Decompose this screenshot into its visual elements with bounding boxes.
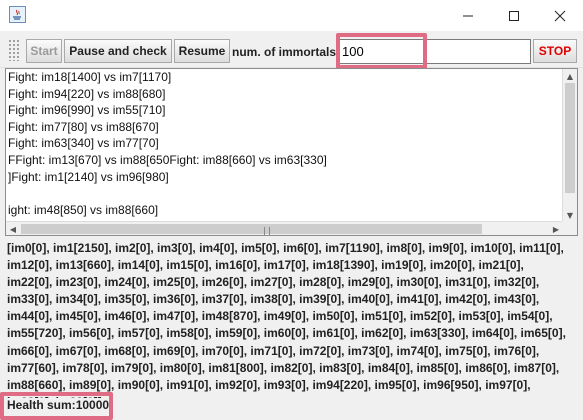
status-line: im22[0], im23[0], im24[0], im25[0], im26…	[7, 275, 540, 290]
stop-button[interactable]: STOP	[533, 39, 577, 63]
scroll-left-icon[interactable]: ◀	[6, 222, 20, 235]
log-line: Fight: im96[990] vs im55[710]	[8, 103, 166, 118]
title-bar	[0, 0, 583, 31]
horizontal-scroll-thumb[interactable]	[21, 224, 482, 235]
toolbar: Start Pause and check Resume num. of imm…	[0, 31, 583, 68]
fight-log-area[interactable]: Fight: im18[1400] vs im7[1170] Fight: im9…	[5, 68, 578, 236]
toolbar-grip-handle[interactable]	[8, 39, 20, 61]
scroll-down-icon[interactable]: ▼	[563, 208, 577, 222]
status-line: im33[0], im34[0], im35[0], im36[0], im37…	[7, 292, 540, 307]
status-line: im55[720], im56[0], im57[0], im58[0], im…	[7, 326, 566, 341]
minimize-button[interactable]	[445, 0, 491, 31]
status-line: im12[0], im13[660], im14[0], im15[0], im…	[7, 258, 524, 273]
health-sum-highlight	[0, 392, 113, 420]
log-line: FFight: im13[670] vs im88[650Fight: im88…	[8, 152, 327, 167]
status-line: [im0[0], im1[2150], im2[0], im3[0], im4[…	[7, 241, 564, 255]
close-icon	[554, 10, 566, 21]
minimize-icon	[463, 15, 473, 16]
maximize-icon	[509, 10, 519, 21]
maximize-button[interactable]	[491, 0, 537, 31]
log-line: ight: im48[850] vs im88[660]	[8, 202, 159, 217]
resume-button[interactable]: Resume	[174, 39, 230, 63]
status-line: im44[0], im45[0], im46[0], im47[0], im48…	[7, 309, 553, 324]
scroll-grip-icon	[264, 227, 270, 235]
log-line: ]Fight: im1[2140] vs im96[980]	[8, 169, 169, 184]
java-app-icon	[9, 6, 26, 23]
log-line: Fight: im77[80] vs im88[670]	[8, 119, 159, 134]
scroll-up-icon[interactable]: ▲	[563, 69, 577, 83]
immortals-status-text: [im0[0], im1[2150], im2[0], im3[0], im4[…	[7, 240, 579, 398]
log-line: Fight: im94[220] vs im88[680]	[8, 86, 166, 101]
log-horizontal-scrollbar[interactable]: ◀ ▶	[6, 221, 563, 235]
immortals-input-highlight	[336, 33, 427, 69]
log-line: Fight: im63[340] vs im77[70]	[8, 136, 159, 151]
log-vertical-scrollbar[interactable]: ▲ ▼	[562, 69, 577, 222]
scroll-corner	[562, 221, 577, 235]
fight-log-text: Fight: im18[1400] vs im7[1170] Fight: im9…	[8, 69, 565, 222]
status-line: im66[0], im67[0], im68[0], im69[0], im70…	[7, 343, 540, 358]
close-button[interactable]	[537, 0, 583, 31]
log-line: Fight: im18[1400] vs im7[1170]	[8, 70, 172, 84]
immortals-label: num. of immortals:	[232, 45, 341, 59]
pause-and-check-button[interactable]: Pause and check	[64, 39, 172, 63]
scroll-right-icon[interactable]: ▶	[549, 222, 563, 235]
status-line: im77[60], im78[0], im79[0], im80[0], im8…	[7, 360, 560, 375]
vertical-scroll-thumb[interactable]	[565, 83, 575, 193]
start-button[interactable]: Start	[26, 39, 62, 63]
